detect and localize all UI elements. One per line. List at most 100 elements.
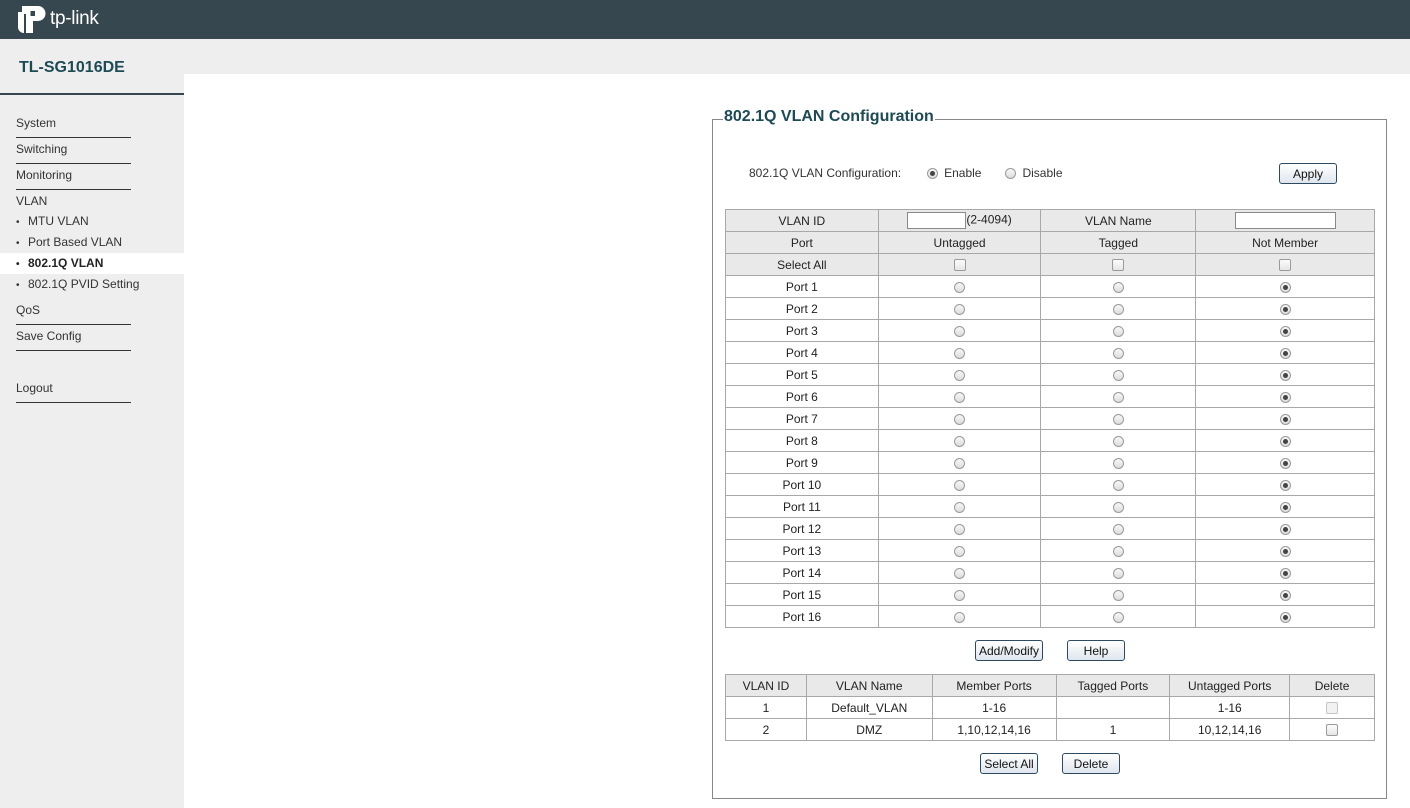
port-untagged-radio[interactable] [954,501,966,513]
add-modify-button[interactable]: Add/Modify [975,640,1043,661]
select-all-not-member-checkbox[interactable] [1279,259,1292,272]
port-untagged-radio[interactable] [954,523,966,535]
sidebar-item-switching[interactable]: Switching [16,140,131,164]
select-all-untagged-checkbox[interactable] [953,259,966,272]
vlan-submenu-item[interactable]: • 802.1Q PVID Setting [0,274,184,295]
port-row: Port 2 [725,297,1375,320]
port-tagged-radio[interactable] [1112,391,1124,403]
port-untagged-radio[interactable] [954,589,966,601]
port-not-member-radio[interactable] [1279,589,1291,601]
port-not-member-radio[interactable] [1279,391,1291,403]
port-untagged-radio[interactable] [954,325,966,337]
select-all-tagged-checkbox[interactable] [1112,259,1125,272]
port-untagged-radio[interactable] [954,281,966,293]
disable-label: Disable [1022,166,1063,180]
logo-text: tp-link [50,8,99,29]
port-tagged-radio[interactable] [1112,413,1124,425]
port-tagged-radio[interactable] [1112,479,1124,491]
sidebar-item-save-config[interactable]: Save Config [16,327,131,351]
port-untagged-radio[interactable] [954,611,966,623]
port-tagged-radio[interactable] [1112,347,1124,359]
select-all-not-member-cell [1195,253,1375,276]
port-not-member-radio[interactable] [1279,369,1291,381]
port-tagged-cell [1040,451,1197,474]
port-tagged-radio[interactable] [1112,457,1124,469]
port-tagged-cell [1040,561,1197,584]
disable-radio[interactable] [1005,167,1017,179]
port-untagged-radio[interactable] [954,435,966,447]
port-not-member-radio[interactable] [1279,545,1291,557]
sidebar-item-monitoring[interactable]: Monitoring [16,166,131,190]
sidebar-item-qos[interactable]: QoS [16,301,131,325]
port-tagged-radio[interactable] [1112,589,1124,601]
port-not-member-cell [1195,473,1375,496]
port-tagged-radio[interactable] [1112,611,1124,623]
port-not-member-radio[interactable] [1279,501,1291,513]
port-not-member-radio[interactable] [1279,567,1291,579]
port-not-member-radio[interactable] [1279,413,1291,425]
port-untagged-radio[interactable] [954,545,966,557]
port-tagged-radio[interactable] [1112,567,1124,579]
port-untagged-cell [877,363,1042,386]
port-tagged-radio[interactable] [1112,545,1124,557]
vlan-name-cell: DMZ [805,718,933,741]
port-tagged-radio[interactable] [1112,325,1124,337]
delete-cell [1289,718,1375,741]
port-not-member-cell [1195,539,1375,562]
port-not-member-radio[interactable] [1279,347,1291,359]
vlan-config-label: 802.1Q VLAN Configuration: [749,166,902,180]
port-not-member-radio[interactable] [1279,281,1291,293]
vlan-id-input[interactable] [907,212,967,229]
port-not-member-radio[interactable] [1279,611,1291,623]
port-row: Port 4 [725,341,1375,364]
port-not-member-cell [1195,495,1375,518]
port-not-member-cell [1195,363,1375,386]
not-member-header: Not Member [1195,231,1375,254]
sub-header-bar [0,39,1410,74]
delete-button[interactable]: Delete [1062,753,1120,774]
bullet-icon: • [16,238,20,249]
port-untagged-radio[interactable] [954,479,966,491]
port-not-member-radio[interactable] [1279,435,1291,447]
port-tagged-radio[interactable] [1112,435,1124,447]
select-all-button[interactable]: Select All [980,753,1038,774]
port-tagged-cell [1040,473,1197,496]
port-not-member-radio[interactable] [1279,523,1291,535]
port-tagged-radio[interactable] [1112,369,1124,381]
port-not-member-radio[interactable] [1279,479,1291,491]
port-untagged-cell [877,451,1042,474]
port-row: Port 16 [725,605,1375,628]
tagged-ports-cell: 1 [1055,718,1171,741]
port-untagged-radio[interactable] [954,347,966,359]
sidebar-item-system[interactable]: System [16,114,131,138]
help-button[interactable]: Help [1067,640,1125,661]
apply-button[interactable]: Apply [1279,163,1337,184]
port-not-member-radio[interactable] [1279,457,1291,469]
port-not-member-radio[interactable] [1279,303,1291,315]
member-ports-cell: 1-16 [931,696,1057,719]
sidebar-divider [0,93,184,95]
port-tagged-radio[interactable] [1112,501,1124,513]
enable-radio[interactable] [927,167,939,179]
port-not-member-radio[interactable] [1279,325,1291,337]
port-untagged-radio[interactable] [954,457,966,469]
port-untagged-radio[interactable] [954,303,966,315]
port-tagged-radio[interactable] [1112,523,1124,535]
vlan-name-input[interactable] [1234,212,1336,229]
port-not-member-cell [1195,583,1375,606]
sidebar-item-logout[interactable]: Logout [16,379,131,403]
select-all-row: Select All [725,253,1375,276]
port-name: Port 7 [725,407,879,430]
port-untagged-radio[interactable] [954,391,966,403]
vlan-submenu-item[interactable]: • 802.1Q VLAN [0,253,184,274]
port-untagged-radio[interactable] [954,413,966,425]
port-untagged-radio[interactable] [954,369,966,381]
port-tagged-radio[interactable] [1112,281,1124,293]
col-untagged-ports: Untagged Ports [1169,674,1291,697]
port-row: Port 3 [725,319,1375,342]
port-tagged-radio[interactable] [1112,303,1124,315]
delete-checkbox[interactable] [1326,724,1339,737]
vlan-submenu-item[interactable]: • MTU VLAN [0,211,184,232]
vlan-submenu-item[interactable]: • Port Based VLAN [0,232,184,253]
port-untagged-radio[interactable] [954,567,966,579]
